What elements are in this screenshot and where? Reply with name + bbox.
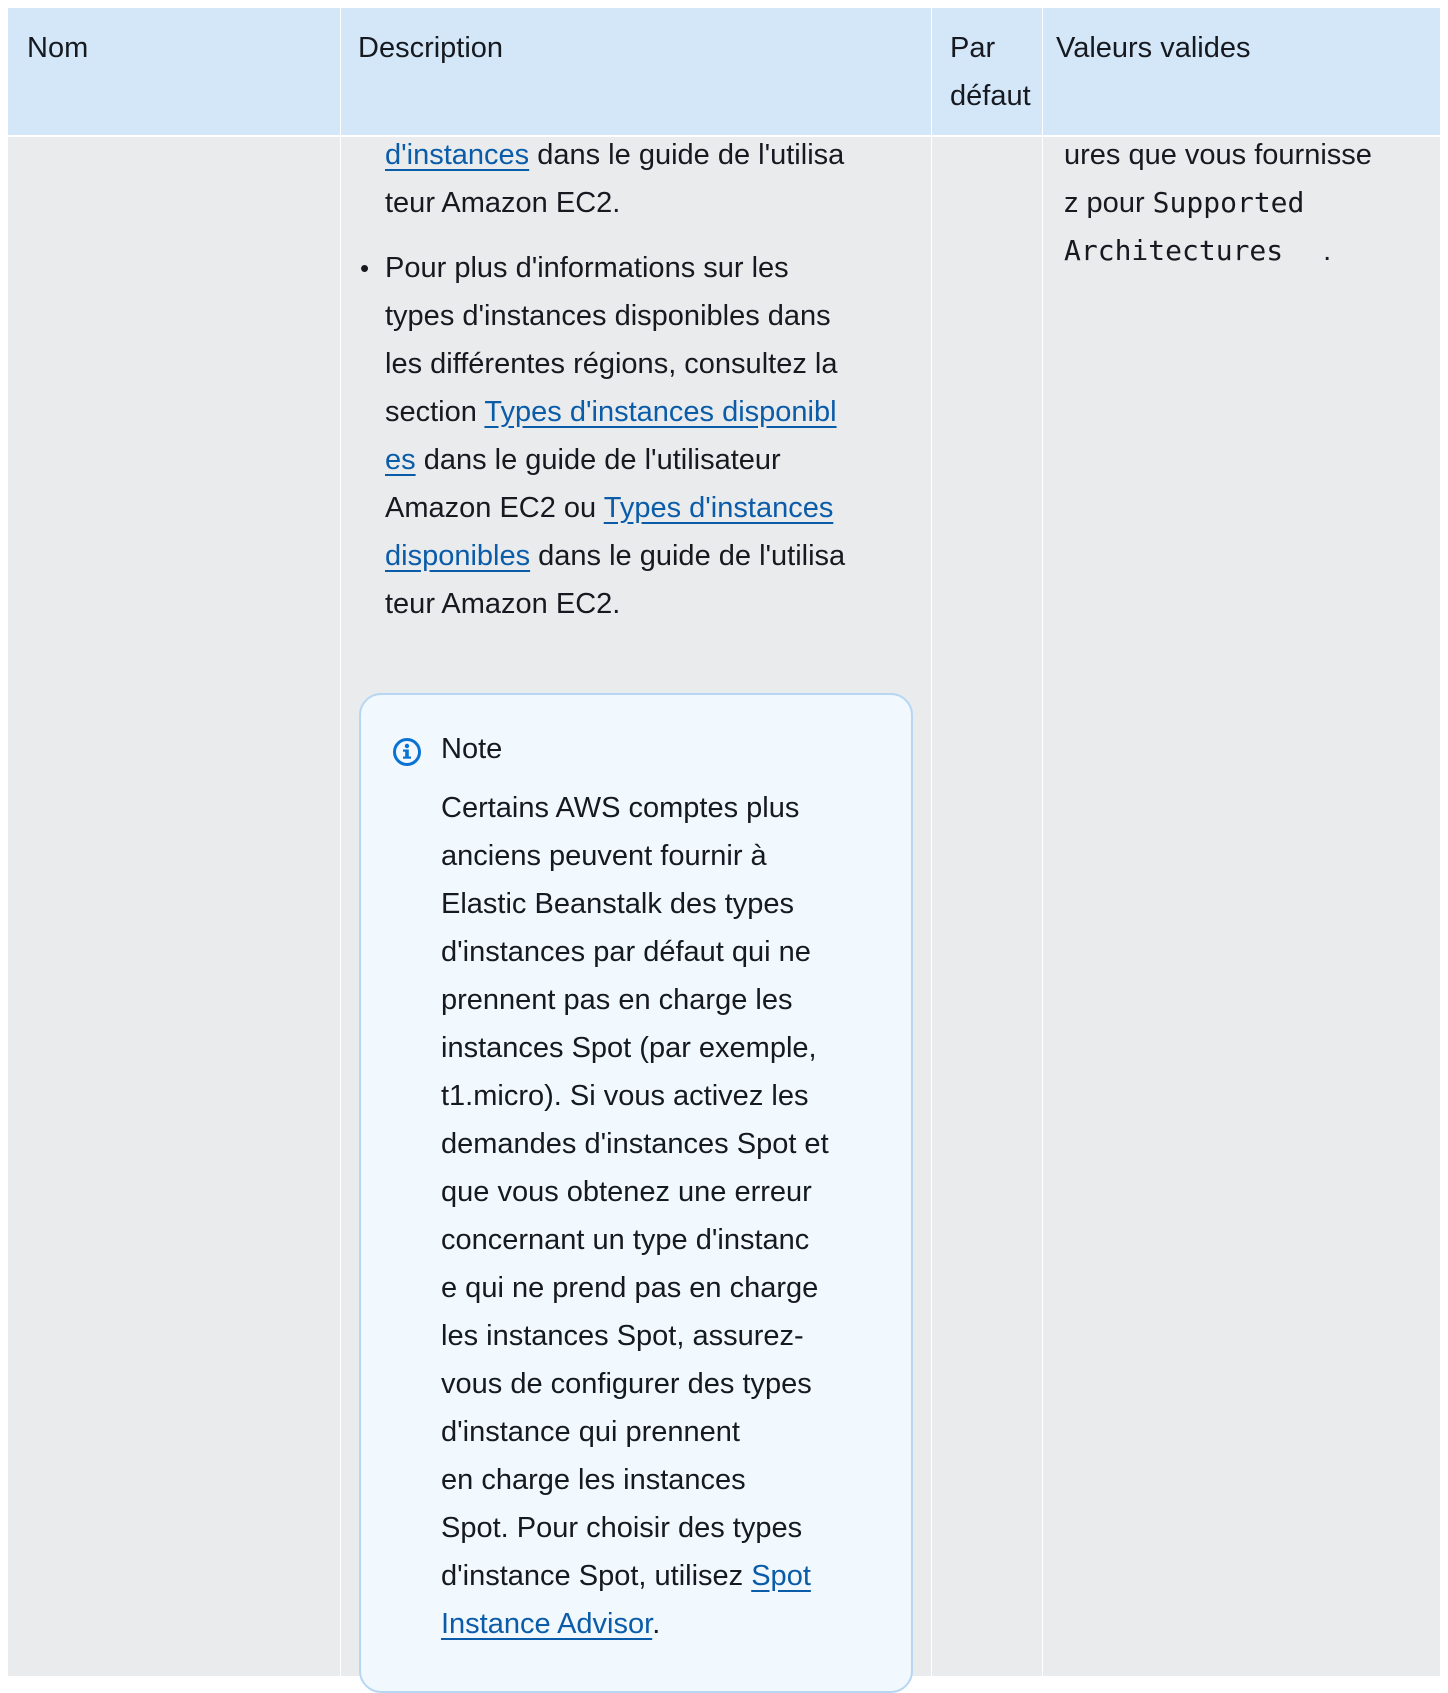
bullet-text: dans le guide de l'utilisateur	[415, 444, 781, 476]
header-divider	[931, 8, 932, 135]
valid-values-line: z pour Supported	[1064, 179, 1424, 227]
column-divider	[340, 8, 341, 1676]
note-line: prennent pas en charge les	[441, 984, 793, 1016]
description-intro: d'instances dans le guide de l'utilisa t…	[385, 131, 915, 227]
note-line: e qui ne prend pas en charge	[441, 1272, 819, 1304]
available-instance-types-link-cont[interactable]: es	[385, 444, 416, 476]
note-line: d'instances par défaut qui ne	[441, 936, 811, 968]
header-par-defaut-line2: défaut	[950, 80, 1031, 112]
available-instance-types-link[interactable]: Types d'instances disponibl	[484, 396, 836, 428]
note-line: d'instance qui prennent	[441, 1416, 740, 1448]
bullet-line: section Types d'instances disponibl	[385, 388, 905, 436]
bullet-text: section	[385, 396, 485, 428]
note-line: d'instance Spot, utilisez Spot	[441, 1552, 901, 1600]
note-line: instances Spot (par exemple,	[441, 1032, 817, 1064]
header-par-defaut-line1: Par	[950, 32, 996, 64]
note-title: Note	[441, 733, 503, 765]
note-line: les instances Spot, assurez-	[441, 1320, 804, 1352]
note-line: Elastic Beanstalk des types	[441, 888, 795, 920]
instance-types-available-link[interactable]: Types d'instances	[604, 492, 834, 524]
valid-values-line: ures que vous fournisse	[1064, 139, 1372, 171]
spot-instance-advisor-link-cont[interactable]: Instance Advisor	[441, 1608, 652, 1640]
header-divider	[1042, 8, 1043, 135]
bullet-marker: •	[360, 253, 370, 283]
info-icon	[393, 738, 421, 766]
note-line: que vous obtenez une erreur	[441, 1176, 812, 1208]
description-line: teur Amazon EC2.	[385, 187, 621, 219]
header-valeurs-valides: Valeurs valides	[1056, 32, 1251, 64]
bullet-line: types d'instances disponibles dans	[385, 300, 831, 332]
description-text: dans le guide de l'utilisa	[529, 139, 845, 171]
note-text: .	[652, 1608, 661, 1640]
note-callout: Note Certains AWS comptes plus anciens p…	[359, 693, 913, 1693]
bullet-line: Amazon EC2 ou Types d'instances	[385, 484, 905, 532]
description-line: d'instances dans le guide de l'utilisa	[385, 131, 915, 179]
column-divider	[931, 8, 932, 1676]
code-architectures: Architectures	[1064, 234, 1284, 267]
note-line: concernant un type d'instanc	[441, 1224, 810, 1256]
valid-values-text: z pour	[1064, 187, 1153, 219]
note-line: demandes d'instances Spot et	[441, 1128, 829, 1160]
column-divider	[1042, 8, 1043, 1676]
bullet-text: Amazon EC2 ou	[385, 492, 604, 524]
note-line: anciens peuvent fournir à	[441, 840, 767, 872]
bullet-line: es dans le guide de l'utilisateur	[385, 436, 905, 484]
note-line: Certains AWS comptes plus	[441, 792, 800, 824]
header-divider	[340, 8, 341, 135]
header-description: Description	[358, 32, 504, 64]
header-par-defaut: Par défaut	[950, 24, 1040, 120]
bullet-line: Pour plus d'informations sur les	[385, 252, 789, 284]
note-line: vous de configurer des types	[441, 1368, 812, 1400]
instance-types-available-link-cont[interactable]: disponibles	[385, 540, 530, 572]
valid-values-period: .	[1323, 235, 1332, 267]
note-line: t1.micro). Si vous activez les	[441, 1080, 809, 1112]
spot-instance-advisor-link[interactable]: Spot	[751, 1560, 811, 1592]
note-line: Instance Advisor.	[441, 1600, 901, 1648]
note-body: Certains AWS comptes plus anciens peuven…	[441, 784, 901, 1648]
note-text: d'instance Spot, utilisez	[441, 1560, 752, 1592]
valid-values-line: Architectures.	[1064, 227, 1424, 275]
note-line: en charge les instances	[441, 1464, 746, 1496]
bullet-text: dans le guide de l'utilisa	[530, 540, 846, 572]
valid-values-cell: ures que vous fournisse z pour Supported…	[1064, 131, 1424, 275]
table-header: Nom Description Par défaut Valeurs valid…	[8, 8, 1440, 135]
instance-types-link[interactable]: d'instances	[385, 139, 529, 171]
note-line: Spot. Pour choisir des types	[441, 1512, 803, 1544]
code-supported: Supported	[1152, 186, 1305, 219]
description-bullet: Pour plus d'informations sur les types d…	[385, 244, 905, 628]
bullet-line: disponibles dans le guide de l'utilisa	[385, 532, 905, 580]
bullet-line: les différentes régions, consultez la	[385, 348, 838, 380]
header-nom: Nom	[27, 32, 89, 64]
bullet-line: teur Amazon EC2.	[385, 588, 621, 620]
